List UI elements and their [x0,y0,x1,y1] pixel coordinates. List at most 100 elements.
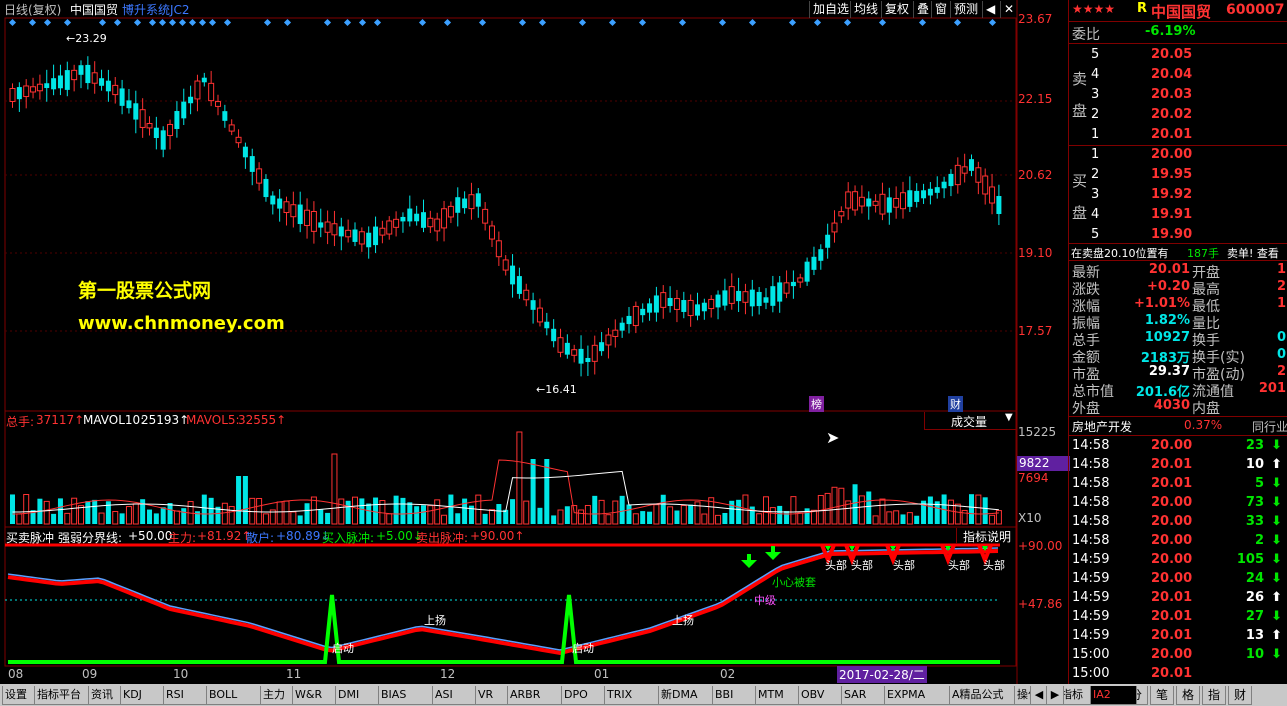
tick-time: 15:00 [1072,666,1110,681]
volume-bar [858,495,865,525]
rise-annotation: 上扬 [424,614,446,627]
indicator-tab[interactable]: W&R [292,686,339,705]
finance-badge[interactable]: 财 [948,396,963,412]
ma-button[interactable]: 均线 [850,1,881,18]
add-watchlist-button[interactable]: 加自选 [809,1,852,18]
bid-level: 5 [1091,227,1100,242]
candle-body [804,261,810,282]
ask-price[interactable]: 20.03 [1151,87,1192,102]
volume-bar [879,498,886,525]
volume-bar [434,499,441,525]
indicator-tab[interactable]: TRIX [604,686,662,705]
indicator-tab[interactable]: ARBR [507,686,565,705]
bid-price[interactable]: 20.00 [1151,147,1192,162]
same-industry-link[interactable]: 同行业 [1252,418,1287,435]
bid-price[interactable]: 19.91 [1151,207,1192,222]
indicator-tab[interactable]: RSI [163,686,210,705]
restore-rights-button[interactable]: 复权 [881,1,912,18]
bid-price[interactable]: 19.92 [1151,187,1192,202]
order-notice-end[interactable]: 卖单! 查看 [1227,245,1279,261]
indicator-tab[interactable]: 新DMA [658,686,716,705]
overlay-button[interactable]: 叠 [913,1,932,18]
detail-tab[interactable]: 笔 [1150,686,1174,705]
volume-bar [790,496,797,525]
strong-weak-value: +50.00 [128,529,173,543]
indicator-help-button[interactable]: 指标说明 [956,528,1017,544]
chart-canvas[interactable] [0,0,1068,684]
formula-name[interactable]: 博升系统JC2 [122,1,190,18]
signal-diamond [178,18,187,27]
signal-diamond [788,18,797,27]
stat-value: 29.37 [1148,364,1190,379]
ranking-badge[interactable]: 榜 [809,396,824,412]
indicator-tab[interactable]: MTM [755,686,802,705]
indicator-tab[interactable]: A精品公式 [949,686,1018,705]
candle-body [208,82,215,102]
candle-body [921,190,927,199]
indicator-tab[interactable]: DPO [561,686,608,705]
ask-price[interactable]: 20.02 [1151,107,1192,122]
bid-price[interactable]: 19.95 [1151,167,1192,182]
signal-diamond [843,18,852,27]
volume-bar [893,510,900,525]
close-icon[interactable]: ✕ [1000,1,1017,18]
tick-volume: 10 [1245,457,1264,472]
volume-type-dropdown[interactable]: 成交量 ▼ [924,412,1017,430]
detail-tab[interactable]: 财 [1228,686,1252,705]
main-force-line [7,549,999,656]
window-button[interactable]: 窗 [931,1,950,18]
ask-price[interactable]: 20.04 [1151,67,1192,82]
indicator-tab[interactable]: IA2 [1090,686,1137,705]
candle-body [290,204,297,218]
indicator-tab[interactable]: 主力 [260,686,296,705]
indicator-name[interactable]: 买卖脉冲 [6,529,54,546]
ask-price[interactable]: 20.01 [1151,127,1192,142]
arrow-down-icon: ⬇ [1271,609,1282,624]
volume-axis-label: 15225 [1018,425,1057,439]
candle-body [551,328,557,342]
forecast-button[interactable]: 预测 [950,1,981,18]
mavol5-label: MAVOL5: [186,413,240,427]
detail-tab[interactable]: 指 [1202,686,1226,705]
candle-body [228,124,235,132]
indicator-tab[interactable]: 指标平台 [34,686,92,705]
volume-bar [701,513,708,525]
back-arrow-icon[interactable]: ◀ [982,1,998,18]
indicator-tab[interactable]: VR [475,686,511,705]
candle-body [91,72,98,84]
order-notice[interactable]: 在卖盘20.10位置有 [1071,245,1169,261]
sector-name[interactable]: 房地产开发 [1072,418,1132,435]
indicator-tab[interactable]: KDJ [120,686,167,705]
indicator-tab[interactable]: BIAS [378,686,436,705]
ask-level: 4 [1091,67,1100,82]
volume-bar [578,509,585,525]
indicator-tab[interactable]: BBI [712,686,759,705]
indicator-tab[interactable]: 设置 [2,686,38,705]
strong-weak-label: 强弱分界线: [58,531,123,545]
indicator-tab[interactable]: SAR [841,686,888,705]
tick-time: 14:58 [1072,457,1110,472]
candle-body [181,101,187,119]
indicator-tab[interactable]: BOLL [206,686,264,705]
volume-bar [304,503,310,524]
indicator-tab[interactable]: DMI [335,686,382,705]
indicator-tab[interactable]: OBV [798,686,845,705]
main-force-label: 主力: [168,531,197,545]
volume-bar [236,476,242,524]
indicator-tab[interactable]: EXPMA [884,686,953,705]
tick-price: 20.00 [1151,438,1193,453]
detail-tab[interactable]: 格 [1176,686,1200,705]
signal-diamond [208,18,217,27]
volume-bar [98,512,105,525]
ask-price[interactable]: 20.05 [1151,47,1192,62]
arrow-down-icon: ⬇ [1271,495,1282,510]
candle-body [482,208,489,224]
indicator-tab[interactable]: 资讯 [88,686,124,705]
period-label[interactable]: 日线(复权) [4,1,61,18]
candle-body [866,198,872,207]
indicator-tab[interactable]: ASI [432,686,479,705]
signal-diamond [678,18,687,27]
tab-scroll-right-icon[interactable]: ▶ [1046,686,1064,705]
candle-body [352,229,358,242]
bid-price[interactable]: 19.90 [1151,227,1192,242]
